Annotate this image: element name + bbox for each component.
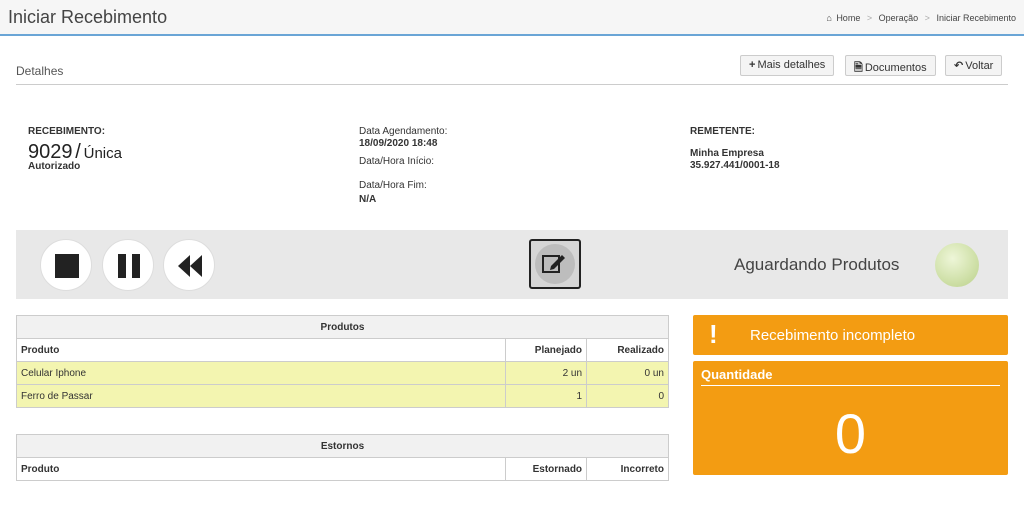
top-bar: Iniciar Recebimento ⌂ Home > Operação > …	[0, 0, 1024, 36]
end-value: N/A	[359, 194, 377, 205]
exclamation-icon: !	[709, 319, 718, 349]
scheduled-value: 18/09/2020 18:48	[359, 138, 438, 149]
receipt-type: Única	[83, 145, 122, 162]
table-row[interactable]: Celular Iphone 2 un 0 un	[15, 361, 669, 385]
cell-product: Celular Iphone	[15, 361, 507, 385]
control-bar: Aguardando Produtos	[16, 230, 1008, 299]
undo-icon: ↶	[954, 60, 964, 72]
breadcrumb-home[interactable]: Home	[836, 13, 860, 23]
sender-name: Minha Empresa	[690, 148, 764, 159]
cell-planned: 2 un	[505, 361, 588, 385]
home-icon: ⌂	[826, 13, 832, 23]
breadcrumb-separator: >	[924, 13, 930, 23]
col-produto: Produto	[15, 338, 507, 362]
col-planejado: Planejado	[505, 338, 588, 362]
sender-doc: 35.927.441/0001-18	[690, 160, 780, 171]
receipt-label: RECEBIMENTO:	[28, 126, 106, 137]
products-table: Produtos Produto Planejado Realizado Cel…	[15, 315, 669, 408]
edit-button[interactable]	[529, 239, 581, 289]
receipt-status: Autorizado	[28, 161, 81, 172]
cell-product: Ferro de Passar	[15, 384, 507, 408]
breadcrumb-separator: >	[866, 13, 873, 23]
quantity-label: Quantidade	[701, 367, 773, 382]
quantity-box: Quantidade 0	[693, 361, 1008, 475]
col-estornado: Estornado	[505, 457, 588, 481]
rewind-button[interactable]	[163, 239, 215, 291]
panel-title: Detalhes	[16, 64, 64, 78]
returns-table: Estornos Produto Estornado Incorreto	[15, 434, 669, 481]
cell-done: 0 un	[586, 361, 669, 385]
document-icon: 🗎	[854, 62, 863, 74]
more-details-button[interactable]: + Mais detalhes	[740, 55, 835, 76]
quantity-divider	[701, 385, 1000, 386]
start-label: Data/Hora Início:	[359, 156, 435, 167]
edit-icon	[542, 255, 565, 273]
breadcrumb-operacao[interactable]: Operação	[879, 13, 919, 23]
breadcrumb-current: Iniciar Recebimento	[936, 13, 1016, 23]
documents-button[interactable]: 🗎 Documentos	[845, 55, 936, 76]
receipt-separator: /	[75, 141, 81, 163]
plus-icon: +	[749, 59, 756, 71]
pause-icon	[118, 254, 140, 278]
page-title: Iniciar Recebimento	[8, 7, 168, 27]
cell-planned: 1	[505, 384, 588, 408]
incomplete-alert: ! Recebimento incompleto	[693, 315, 1008, 355]
stop-button[interactable]	[40, 239, 92, 291]
alert-text: Recebimento incompleto	[750, 327, 916, 344]
col-incorreto: Incorreto	[586, 457, 669, 481]
sender-label: REMETENTE:	[690, 126, 755, 137]
documents-label: Documentos	[864, 62, 927, 74]
more-details-label: Mais detalhes	[757, 59, 826, 71]
pause-button[interactable]	[102, 239, 154, 291]
sender-info: REMETENTE: Minha Empresa 35.927.441/0001…	[690, 126, 780, 172]
col-realizado: Realizado	[586, 338, 669, 362]
table-row[interactable]: Ferro de Passar 1 0	[15, 384, 669, 408]
cell-done: 0	[586, 384, 669, 408]
dates-info: Data Agendamento: 18/09/2020 18:48 Data/…	[359, 126, 447, 206]
receipt-number: 9029	[28, 141, 73, 163]
returns-caption: Estornos	[16, 434, 669, 458]
col-produto: Produto	[15, 457, 507, 481]
rewind-icon	[178, 255, 202, 277]
breadcrumb: ⌂ Home > Operação > Iniciar Recebimento	[826, 13, 1016, 23]
quantity-value: 0	[834, 402, 867, 465]
scheduled-label: Data Agendamento:	[359, 126, 448, 137]
back-button[interactable]: ↶ Voltar	[945, 55, 1003, 76]
end-label: Data/Hora Fim:	[359, 180, 427, 191]
stop-icon	[55, 254, 79, 278]
products-caption: Produtos	[16, 315, 669, 339]
status-text: Aguardando Produtos	[734, 255, 900, 274]
details-panel-header: Detalhes + Mais detalhes 🗎 Documentos ↶ Vol…	[16, 50, 1008, 85]
status-indicator-light	[935, 243, 979, 287]
back-label: Voltar	[965, 60, 994, 72]
receipt-info: RECEBIMENTO: 9029 / Única Autorizado	[28, 126, 122, 172]
